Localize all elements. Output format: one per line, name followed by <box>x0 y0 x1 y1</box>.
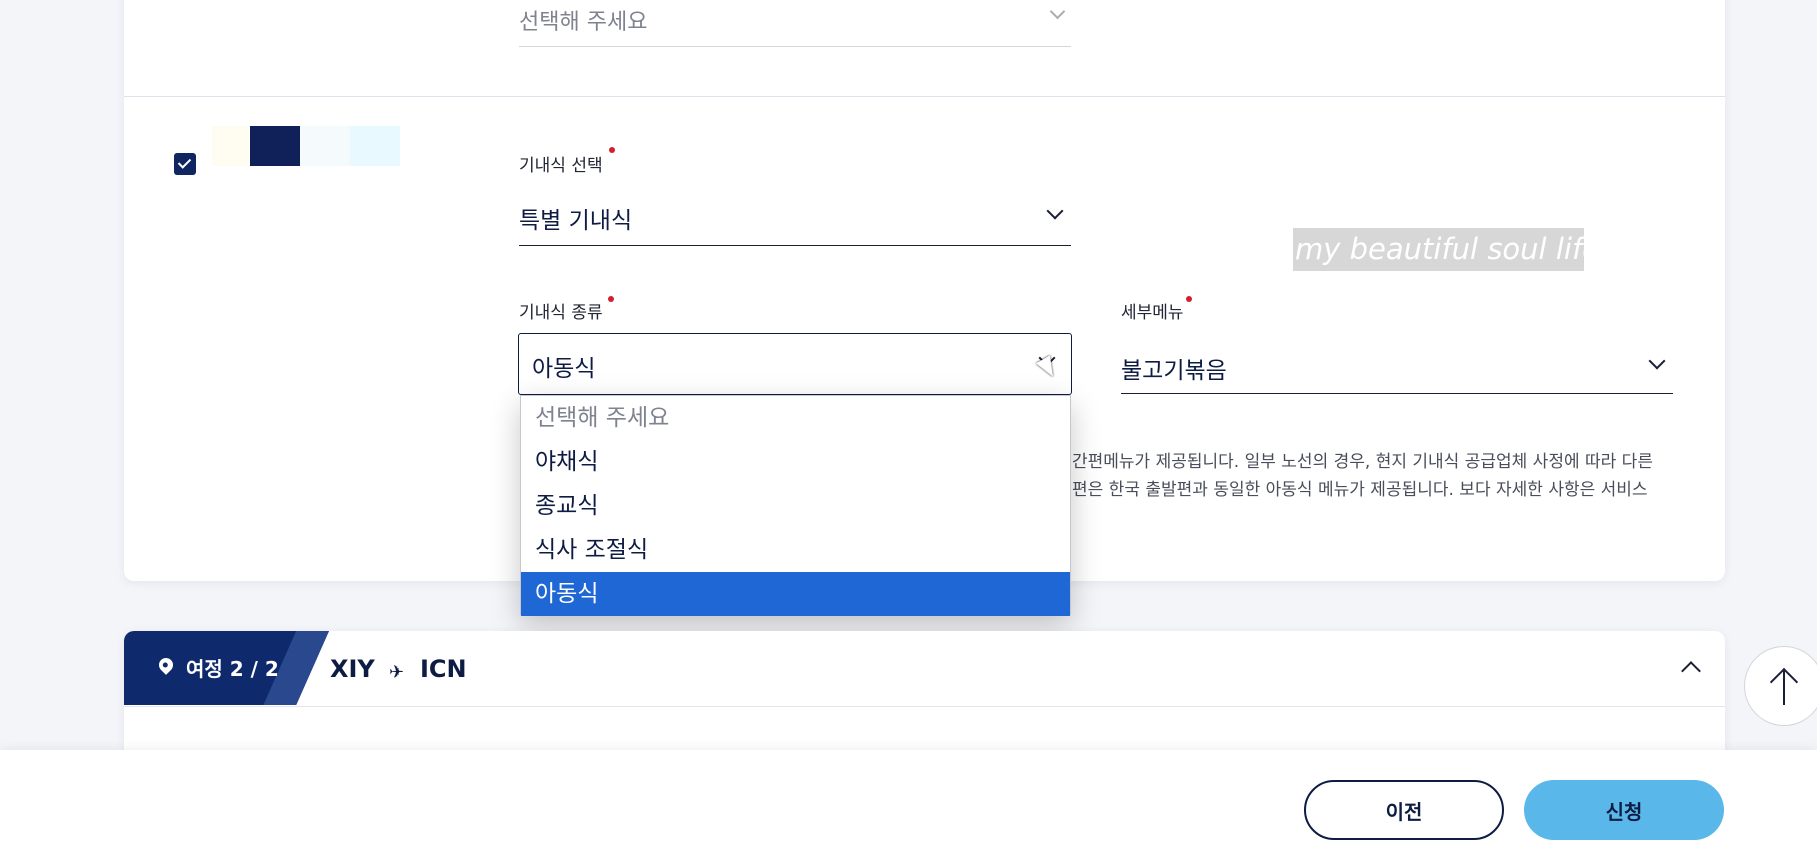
check-icon <box>177 155 192 169</box>
notice-line: 편은 한국 출발편과 동일한 아동식 메뉴가 제공됩니다. 보다 자세한 사항은… <box>1072 480 1648 500</box>
previous-button[interactable]: 이전 <box>1304 780 1504 840</box>
required-dot <box>608 296 614 302</box>
prev-section-select[interactable]: 선택해 주세요 <box>519 0 1071 47</box>
option-child-meal[interactable]: 아동식 <box>521 572 1070 616</box>
submenu-value: 불고기볶음 <box>1121 358 1227 384</box>
apply-button[interactable]: 신청 <box>1524 780 1724 840</box>
chevron-down-icon <box>1648 352 1666 370</box>
option-placeholder[interactable]: 선택해 주세요 <box>521 396 1070 440</box>
itinerary-tag-text: 여정 2 / 2 <box>186 657 279 681</box>
meal-select-label: 기내식 선택 <box>519 156 603 176</box>
chevron-down-icon <box>1049 3 1066 20</box>
scroll-to-top-button[interactable] <box>1744 646 1817 726</box>
watermark: my beautiful soul life <box>1293 228 1600 271</box>
passenger-name-redacted <box>350 126 400 166</box>
required-dot <box>609 147 615 153</box>
option-vegetarian[interactable]: 야채식 <box>521 440 1070 484</box>
required-dot <box>1186 296 1192 302</box>
passenger-name-redacted <box>300 126 350 166</box>
meal-select-value: 특별 기내식 <box>519 208 633 234</box>
meal-type-select[interactable]: 아동식 <box>518 333 1072 395</box>
notice-line: 간편메뉴가 제공됩니다. 일부 노선의 경우, 현지 기내식 공급업체 사정에 … <box>1072 452 1653 472</box>
destination-code: ICN <box>420 655 467 683</box>
section-divider <box>124 96 1725 97</box>
arrow-up-icon <box>1783 669 1785 705</box>
chevron-down-icon <box>1046 202 1064 220</box>
itinerary-divider <box>124 706 1725 707</box>
passenger-name-redacted <box>250 126 300 166</box>
option-religious[interactable]: 종교식 <box>521 484 1070 528</box>
submenu-label: 세부메뉴 <box>1121 303 1184 323</box>
origin-code: XIY <box>330 655 375 683</box>
meal-select-dropdown[interactable]: 특별 기내식 <box>519 197 1071 246</box>
plane-icon: ✈ <box>389 662 405 683</box>
meal-notice-text: 간편메뉴가 제공됩니다. 일부 노선의 경우, 현지 기내식 공급업체 사정에 … <box>1072 448 1672 504</box>
itinerary-tag: 여정 2 / 2 <box>124 631 329 705</box>
meal-type-value: 아동식 <box>532 356 596 382</box>
passenger-name-redacted <box>212 126 250 166</box>
meal-type-label: 기내식 종류 <box>519 303 603 323</box>
submenu-select[interactable]: 불고기볶음 <box>1121 343 1673 394</box>
option-diet[interactable]: 식사 조절식 <box>521 528 1070 572</box>
passenger-checkbox[interactable] <box>174 153 196 175</box>
select-placeholder: 선택해 주세요 <box>519 10 648 35</box>
meal-type-options-list: 선택해 주세요 야채식 종교식 식사 조절식 아동식 <box>520 395 1071 616</box>
